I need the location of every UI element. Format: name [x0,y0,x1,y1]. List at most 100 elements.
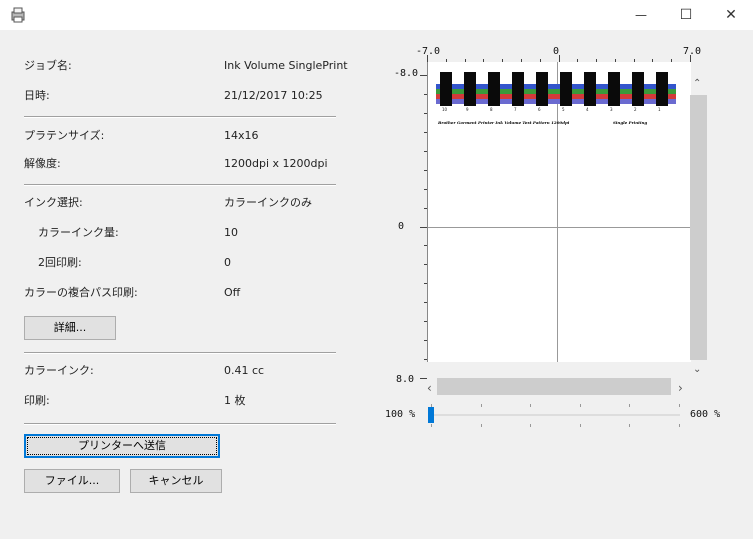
y-axis-mid: 0 [398,221,405,232]
preview-canvas: 10 9 8 7 6 5 4 3 2 1 Brother Garment Printer Ink … [427,62,691,362]
color-ink-amount-value: 10 [224,226,238,239]
black-block [560,72,572,106]
scroll-right-arrow[interactable]: › [678,381,683,395]
y-tick [424,245,427,247]
color-ink-label: カラーインク: [24,364,94,377]
swatch-number: 2 [634,107,637,112]
resolution-value: 1200dpi x 1200dpi [224,157,328,170]
ink-swatch: 9 [460,72,484,112]
file-button[interactable]: ファイル... [24,469,120,493]
double-print-value: 0 [224,256,231,269]
x-axis-min: -7.0 [416,46,441,57]
minimize-button[interactable]: — [619,0,663,30]
x-tick [445,59,447,62]
multipass-label: カラーの複合パス印刷: [24,286,138,299]
y-tick [424,264,427,266]
platen-size-label: プラテンサイズ: [24,129,105,142]
x-tick [577,59,579,62]
zoom-tick [629,404,631,407]
ink-swatch: 10 [436,72,460,112]
close-icon: ✕ [725,7,737,23]
datetime-value: 21/12/2017 10:25 [224,89,323,102]
y-tick [424,283,427,285]
zoom-tick [679,424,680,427]
y-tick [424,150,427,152]
cancel-button[interactable]: キャンセル [130,469,222,493]
minimize-icon: — [635,8,647,22]
y-tick [420,75,427,76]
x-tick [502,59,504,62]
ink-swatch: 3 [604,72,628,112]
close-button[interactable]: ✕ [709,0,753,30]
ink-swatch: 4 [580,72,604,112]
x-tick [427,55,428,62]
maximize-button[interactable]: ☐ [664,0,708,30]
zoom-tick [431,424,432,427]
x-tick [690,55,691,62]
zoom-min-label: 100 % [385,409,416,420]
zoom-tick [679,404,680,407]
y-tick [424,302,427,304]
zoom-tick [579,424,581,427]
separator [24,116,336,118]
horizontal-center-line [428,227,691,228]
zoom-max-label: 600 % [690,409,721,420]
send-to-printer-button[interactable]: プリンターへ送信 [24,434,220,458]
zoom-tick [530,404,532,407]
ink-swatch: 6 [532,72,556,112]
ink-swatch: 1 [652,72,676,112]
black-block [656,72,668,106]
title-bar: — ☐ ✕ [0,0,753,30]
x-tick [652,59,654,62]
maximize-icon: ☐ [679,7,693,23]
scroll-left-arrow[interactable]: ‹ [427,381,432,395]
swatch-number: 6 [538,107,541,112]
ink-swatch: 8 [484,72,508,112]
y-tick [420,378,427,379]
x-tick [520,59,522,62]
y-tick [424,112,427,114]
ink-test-pattern: 10 9 8 7 6 5 4 3 2 1 [436,72,676,114]
black-block [608,72,620,106]
x-tick [671,59,673,62]
platen-size-value: 14x16 [224,129,259,142]
y-tick [424,359,427,361]
zoom-slider-track[interactable] [430,414,680,416]
ink-swatch: 5 [556,72,580,112]
pattern-caption-left: Brother Garment Printer Ink Volume Test … [438,120,570,125]
separator [24,352,336,354]
x-tick [614,59,616,62]
separator [24,423,336,425]
horizontal-scrollbar-thumb[interactable] [437,378,671,395]
black-block [536,72,548,106]
y-tick [424,93,427,95]
details-button[interactable]: 詳細... [24,316,116,340]
scroll-down-arrow[interactable]: ⌄ [693,364,701,375]
x-tick [596,59,598,62]
y-axis-max: 8.0 [396,374,415,385]
ink-swatch: 7 [508,72,532,112]
print-count-value: 1 枚 [224,394,246,407]
zoom-tick [480,404,482,407]
black-block [512,72,524,106]
black-block [632,72,644,106]
swatch-number: 9 [466,107,469,112]
swatch-number: 10 [442,107,448,112]
x-axis-max: 7.0 [683,46,702,57]
zoom-tick [530,424,532,427]
zoom-slider-thumb[interactable] [428,407,434,423]
separator [24,184,336,186]
swatch-number: 3 [610,107,613,112]
ink-select-label: インク選択: [24,196,83,209]
print-count-label: 印刷: [24,394,50,407]
vertical-scrollbar-thumb[interactable] [690,95,707,360]
y-axis-min: -8.0 [394,68,419,79]
x-tick [558,55,560,62]
job-name-value: Ink Volume SinglePrint [224,59,348,72]
black-block [584,72,596,106]
swatch-number: 7 [514,107,517,112]
scroll-up-arrow[interactable]: ⌃ [693,78,701,89]
x-tick [539,59,541,62]
black-block [488,72,500,106]
ink-select-value: カラーインクのみ [224,196,312,209]
